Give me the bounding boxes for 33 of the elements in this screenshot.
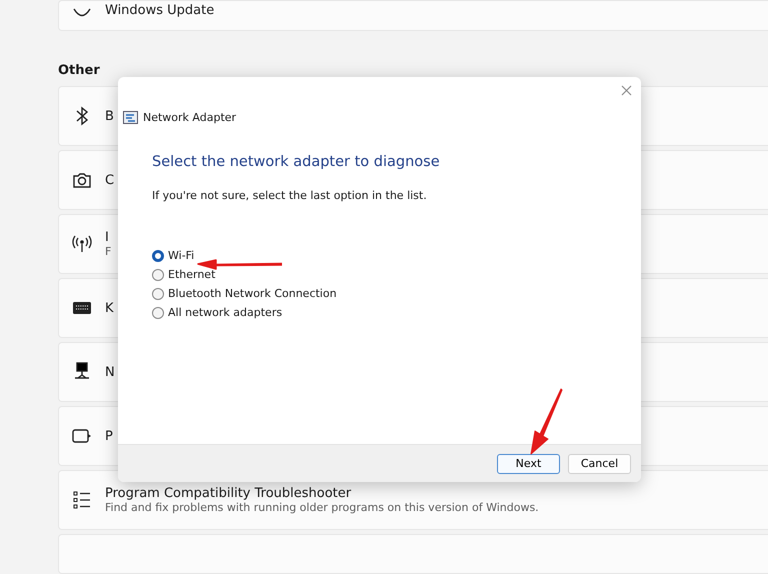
item-title: Program Compatibility Troubleshooter (105, 486, 352, 501)
dialog-heading: Select the network adapter to diagnose (152, 154, 441, 170)
item-description: F (105, 245, 112, 258)
item-title: B (105, 108, 114, 124)
video-camera-icon (72, 429, 92, 443)
settings-card[interactable]: Windows Update (58, 0, 768, 31)
next-button[interactable]: Next (497, 454, 560, 474)
radio-option[interactable]: Wi-Fi (152, 249, 194, 262)
item-description: Find and fix problems with running older programs on this version of Windows. (105, 501, 539, 514)
list-icon (73, 491, 91, 509)
instruction-text: If you're not sure, select the last option in the list. (152, 189, 428, 202)
camera-icon (72, 171, 92, 189)
radio-button[interactable] (152, 268, 164, 280)
item-title: P (105, 428, 113, 444)
cancel-button[interactable]: Cancel (568, 454, 631, 474)
item-title: K (105, 300, 114, 316)
item-title: N (105, 364, 115, 380)
radio-option[interactable]: Ethernet (152, 268, 216, 281)
close-icon[interactable] (621, 85, 632, 96)
radio-button[interactable] (152, 306, 164, 318)
radio-option[interactable]: Bluetooth Network Connection (152, 287, 337, 300)
radio-button[interactable] (152, 288, 164, 300)
antenna-icon (72, 235, 92, 253)
keyboard-icon (72, 301, 92, 315)
radio-option[interactable]: All network adapters (152, 306, 282, 319)
radio-button[interactable] (152, 250, 164, 262)
item-title: Windows Update (105, 3, 214, 18)
network-adapter-icon (123, 111, 138, 124)
section-title: Other (58, 63, 101, 78)
bluetooth-icon (75, 106, 89, 126)
dialog-title: Network Adapter (143, 111, 236, 124)
item-title: C (105, 172, 114, 188)
item-title: I (105, 230, 110, 245)
